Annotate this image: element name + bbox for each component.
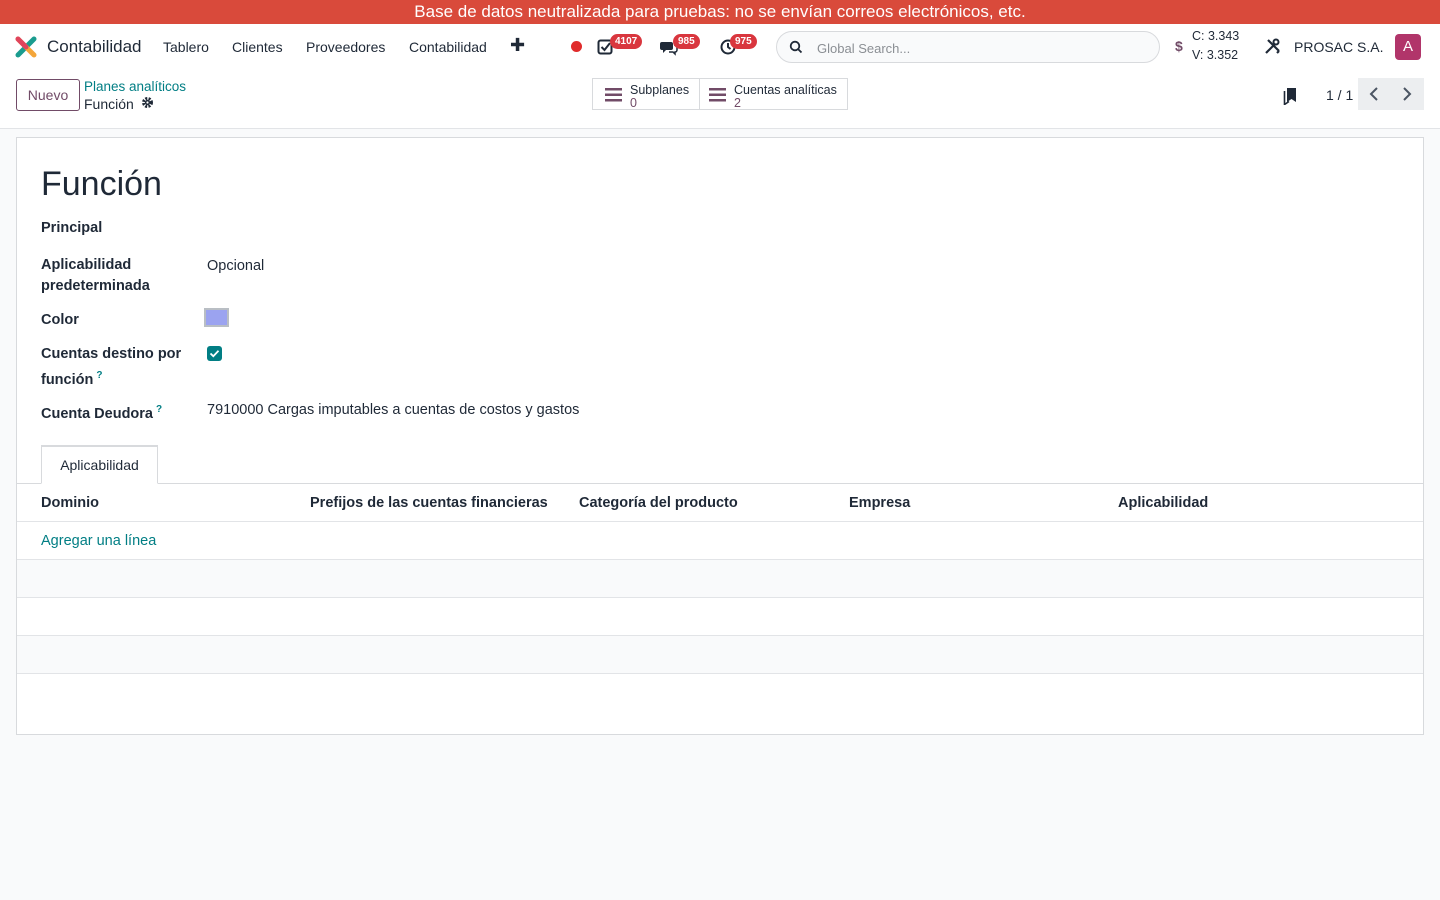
top-navbar: Contabilidad Tablero Clientes Proveedore… [0,24,1440,70]
check-icon [209,350,220,358]
search-icon [789,40,803,54]
chevron-left-icon [1369,87,1378,101]
currency-symbol[interactable]: $ [1175,38,1183,54]
menu-item-proveedores[interactable]: Proveedores [306,39,385,55]
debug-tools-icon[interactable] [1264,38,1281,55]
breadcrumb-parent-link[interactable]: Planes analíticos [84,79,186,94]
timer-badge: 975 [730,34,757,49]
messages-badge: 985 [673,34,700,49]
tab-applicability[interactable]: Aplicabilidad [41,445,158,484]
debit-account-label-text: Cuenta Deudora [41,405,153,422]
per-function-label: Cuentas destino por función? [41,344,191,391]
column-header-company[interactable]: Empresa [849,495,910,511]
debit-account-value[interactable]: 7910000 Cargas imputables a cuentas de c… [207,402,579,418]
subplans-smart-button[interactable]: Subplanes 0 [592,78,700,110]
table-row [17,673,1423,734]
per-function-checkbox[interactable] [207,346,222,361]
user-avatar[interactable]: A [1395,34,1421,60]
subplans-label: Subplanes [630,83,690,97]
activities-badge: 4107 [610,34,643,49]
pager-value[interactable]: 1 / 1 [1326,87,1353,103]
subplans-count: 0 [630,96,637,110]
test-database-banner: Base de datos neutralizada para pruebas:… [0,0,1440,24]
record-title[interactable]: Función [41,165,162,204]
column-header-account-prefixes[interactable]: Prefijos de las cuentas financieras [310,495,548,511]
analytic-accounts-smart-button[interactable]: Cuentas analíticas 2 [699,78,848,110]
table-row [17,559,1423,597]
color-label: Color [41,312,79,328]
list-icon [709,88,726,102]
exchange-rate-sell: V: 3.352 [1192,48,1239,62]
table-row [17,635,1423,673]
menu-item-clientes[interactable]: Clientes [232,39,283,55]
default-applicability-value[interactable]: Opcional [207,258,264,274]
table-row [17,597,1423,635]
plus-icon[interactable]: ✚ [510,35,525,56]
company-switcher[interactable]: PROSAC S.A. [1294,39,1383,55]
help-tooltip-icon[interactable]: ? [96,370,102,381]
accounting-app-icon[interactable] [15,36,37,58]
new-button[interactable]: Nuevo [16,79,80,111]
chevron-right-icon [1403,87,1412,101]
exchange-rate-buy: C: 3.343 [1192,29,1240,43]
analytic-accounts-label: Cuentas analíticas [734,83,837,97]
gear-icon[interactable] [141,96,154,109]
analytic-accounts-count: 2 [734,96,741,110]
color-swatch[interactable] [204,308,229,327]
help-tooltip-icon[interactable]: ? [156,404,162,415]
global-search[interactable] [776,31,1160,63]
app-name[interactable]: Contabilidad [47,37,142,57]
breadcrumb-current: Función [84,96,134,112]
search-input[interactable] [817,38,1147,58]
debit-account-label: Cuenta Deudora? [41,399,211,425]
pager-previous-button[interactable] [1358,78,1391,110]
column-header-product-category[interactable]: Categoría del producto [579,495,738,511]
column-header-domain[interactable]: Dominio [41,495,99,511]
bookmark-icon[interactable] [1283,87,1298,105]
form-sheet: Función Principal Aplicabilidad predeter… [16,137,1424,735]
list-icon [605,88,622,102]
table-row [17,521,1423,559]
default-applicability-label: Aplicabilidad predeterminada [41,257,150,294]
tab-divider [17,483,1423,484]
column-header-applicability[interactable]: Aplicabilidad [1118,495,1208,511]
control-panel: Nuevo Planes analíticos Función Subplane… [0,70,1440,129]
add-line-link[interactable]: Agregar una línea [41,533,156,549]
menu-item-contabilidad[interactable]: Contabilidad [409,39,487,55]
pager-next-button[interactable] [1391,78,1424,110]
recording-indicator-icon[interactable] [571,41,582,52]
parent-plan-label: Principal [41,220,103,236]
per-function-label-text: Cuentas destino por función [41,346,182,388]
menu-item-tablero[interactable]: Tablero [163,39,209,55]
